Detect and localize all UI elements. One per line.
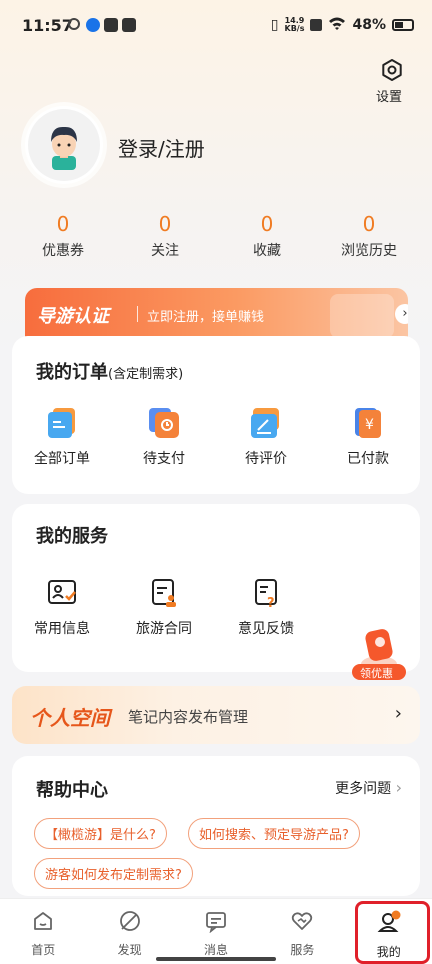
pending-review-icon	[249, 406, 283, 440]
login-register-link[interactable]: 登录/注册	[118, 133, 205, 162]
nav-label: 发现	[117, 943, 142, 957]
orders-subtitle: (含定制需求)	[108, 367, 184, 382]
message-icon	[206, 912, 226, 934]
service-label: 意见反馈	[238, 621, 294, 637]
order-label: 已付款	[347, 451, 389, 467]
stat-favorites[interactable]: 0 收藏	[216, 212, 318, 260]
app-notification-icon	[68, 18, 80, 30]
home-indicator	[156, 957, 276, 961]
service-travel-contract[interactable]: 旅游合同	[124, 576, 204, 638]
more-questions-link[interactable]: 更多问题 ›	[335, 778, 402, 798]
play-notification-icon	[104, 18, 118, 32]
order-label: 待支付	[143, 451, 185, 467]
service-label: 旅游合同	[136, 621, 192, 637]
stat-following[interactable]: 0 关注	[114, 212, 216, 260]
personal-space-subtitle: 笔记内容发布管理	[128, 708, 249, 726]
personal-space-card[interactable]: 个人空间 笔记内容发布管理 ›	[12, 686, 420, 744]
help-center-card: 帮助中心 更多问题 › 【橄榄游】是什么? 如何搜索、预定导游产品? 游客如何发…	[12, 756, 420, 896]
divider	[137, 306, 138, 322]
chevron-right-icon: ›	[395, 778, 402, 797]
more-questions-label: 更多问题	[335, 781, 392, 797]
nav-home[interactable]: 首页	[0, 899, 86, 964]
status-time: 11:57	[22, 16, 73, 35]
avatar[interactable]	[25, 106, 103, 184]
chevron-right-icon: ›	[394, 703, 402, 724]
order-pending-review[interactable]: 待评价	[226, 406, 306, 468]
svg-text:¥: ¥	[365, 417, 374, 433]
order-label: 待评价	[245, 451, 287, 467]
help-tag[interactable]: 如何搜索、预定导游产品?	[188, 818, 360, 849]
app-notification-icon	[122, 18, 136, 32]
battery-percent: 48%	[352, 17, 386, 33]
stat-label: 收藏	[253, 243, 281, 259]
pending-payment-icon	[147, 406, 181, 440]
stat-value: 0	[158, 212, 172, 236]
settings-button[interactable]: 设置	[376, 58, 408, 105]
gear-icon	[382, 59, 402, 81]
chevron-right-icon: ›	[395, 304, 408, 324]
stat-value: 0	[260, 212, 274, 236]
order-all[interactable]: 全部订单	[22, 406, 102, 468]
order-pending-payment[interactable]: 待支付	[124, 406, 204, 468]
status-bar: 11:57 ▯ 14.9 KB/s 48%	[0, 0, 432, 52]
feedback-icon: ?	[249, 576, 283, 611]
service-contact-info[interactable]: 常用信息	[22, 576, 102, 638]
personal-space-title: 个人空间	[30, 706, 110, 730]
nav-label: 服务	[290, 943, 315, 957]
stat-coupons[interactable]: 0 优惠券	[12, 212, 114, 260]
orders-title: 我的订单(含定制需求)	[36, 358, 183, 384]
all-orders-icon	[45, 406, 79, 440]
contract-icon	[147, 576, 181, 610]
service-feedback[interactable]: ? 意见反馈	[226, 576, 306, 638]
discover-icon	[119, 911, 140, 931]
app-notification-icon	[86, 18, 100, 32]
paid-icon: ¥	[351, 406, 385, 440]
my-orders-card: 我的订单(含定制需求) 全部订单 待支付 待评价 ¥ 已付款	[12, 336, 420, 494]
guide-certification-banner[interactable]: 导游认证 立即注册，接单赚钱 ›	[25, 288, 408, 340]
battery-icon	[392, 19, 414, 31]
status-right: ▯ 14.9 KB/s 48%	[271, 16, 414, 34]
banner-decoration	[330, 294, 394, 338]
orders-title-text: 我的订单	[36, 362, 108, 383]
banner-subtitle: 立即注册，接单赚钱	[147, 310, 265, 325]
stat-history[interactable]: 0 浏览历史	[318, 212, 420, 260]
stat-label: 浏览历史	[341, 243, 397, 259]
stat-value: 0	[362, 212, 376, 236]
service-label: 常用信息	[34, 621, 90, 637]
stat-label: 优惠券	[42, 243, 84, 259]
services-title: 我的服务	[36, 526, 108, 547]
order-label: 全部订单	[34, 451, 90, 467]
svg-text:?: ?	[267, 596, 275, 610]
coupon-label: 领优惠	[360, 667, 393, 680]
settings-label: 设置	[375, 90, 402, 105]
stat-label: 关注	[151, 243, 179, 259]
avatar-illustration	[28, 109, 100, 181]
nav-label: 消息	[203, 943, 228, 957]
order-paid[interactable]: ¥ 已付款	[328, 406, 408, 468]
highlight-box	[355, 901, 430, 964]
help-title: 帮助中心	[36, 780, 108, 801]
contact-card-icon	[45, 576, 79, 610]
help-tag[interactable]: 游客如何发布定制需求?	[34, 858, 193, 889]
nav-services[interactable]: 服务	[259, 899, 345, 964]
nfc-icon	[310, 19, 323, 31]
service-icon	[292, 912, 313, 930]
vibrate-icon: ▯	[270, 17, 279, 33]
get-coupon-float[interactable]: 领优惠	[350, 628, 408, 682]
banner-title: 导游认证	[37, 306, 109, 327]
nav-label: 首页	[31, 943, 56, 957]
stats-row: 0 优惠券 0 关注 0 收藏 0 浏览历史	[0, 212, 432, 260]
nav-discover[interactable]: 发现	[86, 899, 172, 964]
stat-value: 0	[56, 212, 70, 236]
net-speed: 14.9 KB/s	[284, 16, 305, 33]
wifi-icon	[328, 16, 346, 34]
help-tag[interactable]: 【橄榄游】是什么?	[34, 818, 167, 849]
nav-messages[interactable]: 消息	[173, 899, 259, 964]
home-icon	[34, 912, 53, 930]
